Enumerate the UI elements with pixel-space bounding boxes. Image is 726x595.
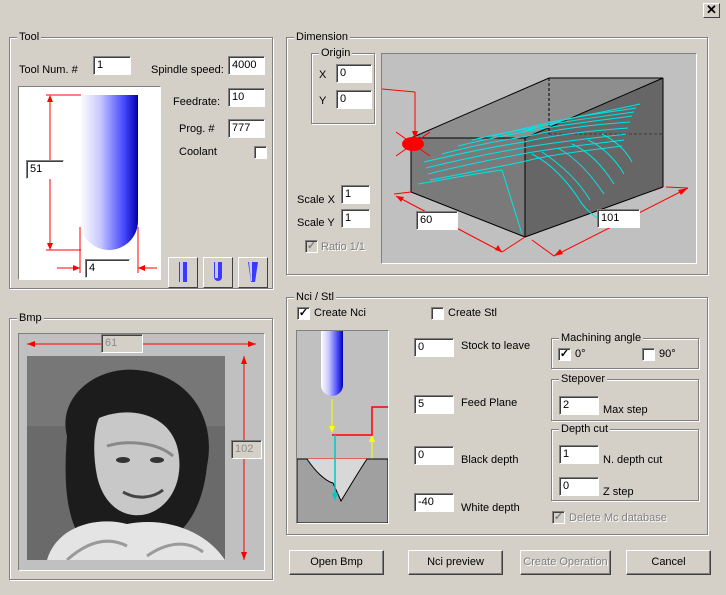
origin-y-field[interactable]: 0 [336,90,372,109]
feedrate-label: Feedrate: [173,96,221,108]
origin-y-label: Y [319,95,327,107]
feed-plane-label: Feed Plane [461,397,518,409]
portrait-image [27,356,225,560]
prog-field[interactable]: 777 [228,119,265,138]
bmp-image [27,356,225,560]
nci-diagram-panel [296,330,389,524]
ratio-label: Ratio 1/1 [321,241,366,253]
open-bmp-button[interactable]: Open Bmp [289,550,384,575]
scale-y-field[interactable]: 1 [341,209,370,228]
white-depth-label: White depth [461,502,520,514]
stepover-title: Stepover [559,372,608,386]
create-operation-button[interactable]: Create Operation [520,550,611,575]
stock-to-leave-field[interactable]: 0 [414,338,454,357]
tool-diagram [46,94,157,273]
coolant-label: Coolant [179,146,217,158]
tool-length-field[interactable]: 51 [26,160,64,179]
origin-x-label: X [319,69,327,81]
machining-angle-group: Machining angle [551,331,699,369]
origin-group-title: Origin [319,46,353,60]
n-depth-cut-label: N. depth cut [603,454,663,466]
tool-num-field[interactable]: 1 [93,56,131,75]
coolant-checkbox[interactable] [254,146,267,159]
black-depth-label: Black depth [461,454,519,466]
delete-db-label: Delete Mc database [569,512,667,524]
angle-90-checkbox[interactable] [642,348,655,361]
angle-0-label: 0° [575,348,586,360]
angle-90-label: 90° [659,348,676,360]
tool-num-label: Tool Num. # [19,64,78,76]
flat-endmill-icon [179,262,187,282]
scale-y-label: Scale Y [297,217,335,229]
nci-depth-diagram [297,331,388,523]
stock-preview-panel [381,53,697,264]
close-icon: ✕ [706,2,717,17]
taper-endmill-icon [248,262,258,282]
nci-preview-button[interactable]: Nci preview [408,550,503,575]
feed-plane-field[interactable]: 5 [414,395,454,414]
stock-to-leave-label: Stock to leave [461,340,531,352]
machining-angle-title: Machining angle [559,331,644,345]
flat-endmill-button[interactable] [168,257,198,288]
tool-group-title: Tool [17,30,42,44]
spindle-speed-field[interactable]: 4000 [228,56,265,75]
z-step-label: Z step [603,486,634,498]
bmp-height-field[interactable]: 102 [231,440,262,459]
cancel-button[interactable]: Cancel [626,550,711,575]
prog-label: Prog. # [179,123,215,135]
dimension-group-title: Dimension [294,30,350,44]
scale-x-label: Scale X [297,194,335,206]
create-stl-label: Create Stl [448,307,497,319]
scale-x-field[interactable]: 1 [341,185,370,204]
depth-cut-title: Depth cut [559,422,611,436]
max-step-label: Max step [603,404,648,416]
tool-diameter-field[interactable]: 4 [85,259,130,278]
black-depth-field[interactable]: 0 [414,446,454,465]
close-button[interactable]: ✕ [703,3,720,18]
create-stl-checkbox[interactable] [431,307,444,320]
spindle-speed-label: Spindle speed: [151,64,224,76]
taper-endmill-button[interactable] [238,257,268,288]
bmp-group-title: Bmp [17,311,44,325]
max-step-field[interactable]: 2 [559,396,599,415]
ball-endmill-button[interactable] [203,257,233,288]
white-depth-field[interactable]: -40 [414,493,454,512]
tool-image-panel [18,86,161,280]
origin-x-field[interactable]: 0 [336,64,372,83]
feedrate-field[interactable]: 10 [228,88,265,107]
nci-stl-group-title: Nci / Stl [294,290,336,304]
ratio-checkbox[interactable]: ✓ [305,240,318,253]
delete-db-checkbox[interactable]: ✓ [552,511,565,524]
create-nci-label: Create Nci [314,307,366,319]
ball-endmill-icon [214,262,222,281]
create-nci-checkbox[interactable]: ✓ [297,307,310,320]
bmp-width-field[interactable]: 61 [101,334,143,353]
z-step-field[interactable]: 0 [559,477,599,496]
stock-depth-field[interactable]: 60 [416,211,458,230]
n-depth-cut-field[interactable]: 1 [559,445,599,464]
stock-3d-diagram [382,77,689,257]
stock-width-field[interactable]: 101 [597,209,640,228]
bmp-preview-panel [18,333,265,571]
angle-0-checkbox[interactable]: ✓ [558,348,571,361]
